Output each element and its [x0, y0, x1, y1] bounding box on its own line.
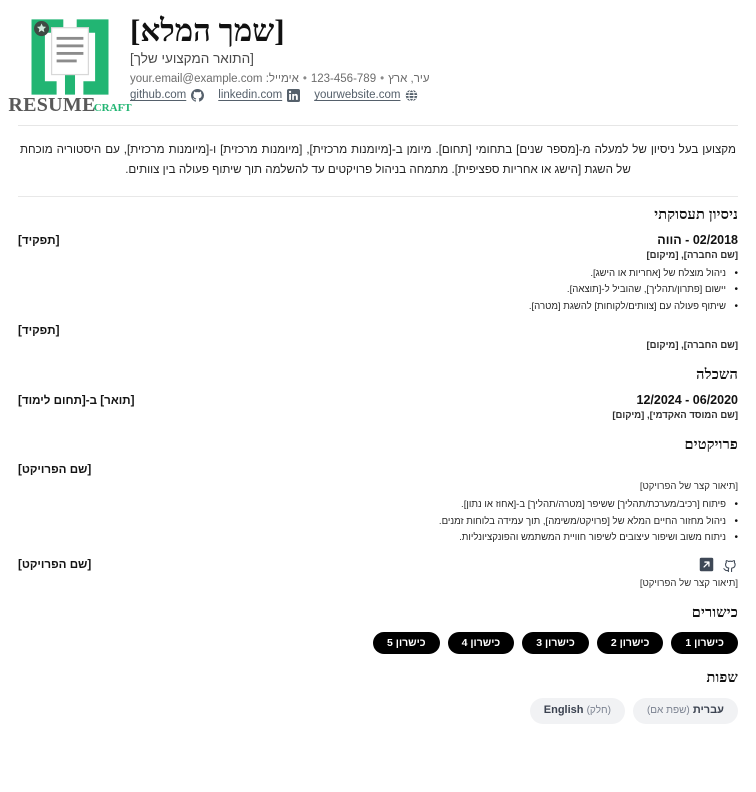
external-link-icon: [699, 557, 714, 572]
education-institution: [שם המוסד האקדמי], [מיקום]: [612, 410, 738, 422]
experience-entry: [תפקיד] 02/2018 - הווה [שם החברה], [מיקו…: [18, 233, 738, 316]
education-entry-head: [תואר] ב-[תחום לימוד] 12/2024 - 06/2020: [18, 393, 738, 407]
link-website-label: yourwebsite.com: [314, 89, 401, 102]
list-item: ניהול מחזור החיים המלא של [פרויקט/משימה]…: [18, 513, 738, 531]
link-website[interactable]: yourwebsite.com: [314, 89, 418, 102]
experience-bullets: ניהול מוצלח של [אחריות או הישג]. יישום […: [18, 265, 738, 316]
section-experience: ניסיון תעסוקתי [תפקיד] 02/2018 - הווה [ש…: [18, 207, 738, 352]
project-github-link[interactable]: [721, 556, 738, 573]
project-entry: [שם הפרויקט] [תיאור קצר של הפרויקט]: [18, 556, 738, 589]
contact-location: עיר, ארץ: [388, 72, 430, 85]
section-skills: כישורים כישרון 1 כישרון 2 כישרון 3 כישרו…: [18, 605, 738, 655]
professional-summary: מקצוען בעל ניסיון של למעלה מ-[מספר שנים]…: [20, 143, 736, 176]
language-level: (חלק): [586, 705, 611, 717]
link-github[interactable]: github.com: [130, 88, 205, 102]
project-icons: [698, 556, 738, 573]
experience-company: [שם החברה], [מיקום]: [646, 249, 738, 261]
section-title-education: השכלה: [696, 367, 738, 384]
experience-entry-head: [תפקיד] 02/2018 - הווה: [18, 233, 738, 247]
section-title-skills: כישורים: [691, 604, 738, 621]
skill-pill: כישרון 2: [596, 631, 664, 655]
list-item: פיתוח [רכיב/מערכת/תהליך] ששיפר [מטרה/תהל…: [18, 496, 738, 514]
experience-entry: [תפקיד] [שם החברה], [מיקום]: [18, 324, 738, 351]
education-degree: [תואר] ב-[תחום לימוד]: [18, 394, 135, 408]
education-date: 12/2024 - 06/2020: [636, 393, 738, 408]
contact-line: עיר, ארץ•123-456-789•אימייל: your.email@…: [130, 73, 738, 85]
project-description: [תיאור קצר של הפרויקט]: [639, 577, 738, 589]
globe-icon: [406, 89, 418, 102]
project-external-link[interactable]: [698, 556, 715, 573]
language-name: עברית: [692, 704, 724, 717]
section-languages: שפות עברית (שפת אם) English (חלק): [18, 670, 738, 724]
experience-role: [תפקיד]: [18, 233, 60, 247]
list-item: שיתוף פעולה עם [צוותים/לקוחות] להשגת [מט…: [18, 298, 738, 316]
language-level: (שפת אם): [646, 705, 690, 717]
language-name: English: [543, 704, 584, 717]
logo-wordmark: RESUME CRAFT: [8, 95, 131, 115]
project-name: [שם הפרויקט]: [18, 557, 92, 571]
skill-pill: כישרון 3: [522, 631, 589, 655]
section-projects: פרויקטים [שם הפרויקט] [תיאור קצר של הפרו…: [18, 437, 738, 589]
project-entry-head: [שם הפרויקט]: [18, 556, 738, 573]
skill-pill: כישרון 1: [671, 631, 738, 655]
section-title-projects: פרויקטים: [684, 437, 738, 454]
experience-company: [שם החברה], [מיקום]: [646, 340, 738, 352]
header-text-block: [שמך המלא] [התואר המקצועי שלך] עיר, ארץ•…: [122, 13, 738, 102]
link-github-label: github.com: [130, 89, 187, 102]
education-entry: [תואר] ב-[תחום לימוד] 12/2024 - 06/2020 …: [18, 393, 738, 421]
github-icon: [191, 88, 205, 102]
contact-separator: •: [380, 72, 385, 85]
link-linkedin[interactable]: linkedin.com: [218, 88, 301, 102]
contact-separator: •: [302, 72, 307, 85]
experience-entry-head: [תפקיד]: [18, 324, 738, 337]
link-linkedin-label: linkedin.com: [218, 89, 283, 102]
resumecraft-logo: RESUME CRAFT: [8, 14, 132, 115]
language-pill: English (חלק): [529, 698, 625, 724]
social-links: github.com linkedin.com yourwebsite.com: [130, 88, 738, 102]
list-item: ניהול מוצלח של [אחריות או הישג].: [18, 265, 738, 283]
languages-list: עברית (שפת אם) English (חלק): [18, 698, 738, 724]
experience-role: [תפקיד]: [18, 324, 60, 338]
linkedin-icon: [287, 88, 301, 102]
project-description: [תיאור קצר של הפרויקט]: [639, 481, 738, 493]
contact-email: your.email@example.com: [130, 72, 263, 85]
section-title-experience: ניסיון תעסוקתי: [654, 206, 738, 223]
contact-email-label: אימייל:: [265, 72, 299, 85]
project-name: [שם הפרויקט]: [18, 463, 92, 477]
github-icon: [723, 559, 736, 572]
contact-phone: 123-456-789: [310, 72, 377, 85]
project-bullets: פיתוח [רכיב/מערכת/תהליך] ששיפר [מטרה/תהל…: [18, 496, 738, 547]
summary-divider: [18, 195, 738, 197]
experience-date: 02/2018 - הווה: [657, 232, 738, 247]
logo-word-resume: RESUME: [8, 94, 96, 116]
section-title-languages: שפות: [706, 670, 738, 687]
document-logo-icon: [31, 19, 109, 95]
resume-page: RESUME CRAFT [שמך המלא] [התואר המקצועי של…: [0, 0, 756, 792]
job-title: [התואר המקצועי שלך]: [130, 50, 254, 66]
skill-pill: כישרון 5: [373, 631, 440, 655]
page-title: [שמך המלא]: [130, 13, 285, 48]
list-item: ניתוח משוב ושיפור עיצובים לשיפור חוויית …: [18, 529, 738, 547]
skill-pill: כישרון 4: [447, 631, 515, 655]
resume-header: RESUME CRAFT [שמך המלא] [התואר המקצועי של…: [8, 13, 738, 126]
language-pill: עברית (שפת אם): [632, 698, 738, 724]
project-entry-head: [שם הפרויקט]: [18, 463, 738, 476]
list-item: יישום [פתרון/תהליך], שהוביל ל-[תוצאה].: [18, 281, 738, 299]
section-education: השכלה [תואר] ב-[תחום לימוד] 12/2024 - 06…: [18, 367, 738, 421]
project-entry: [שם הפרויקט] [תיאור קצר של הפרויקט] פיתו…: [18, 463, 738, 547]
skills-list: כישרון 1 כישרון 2 כישרון 3 כישרון 4 כישר…: [18, 631, 738, 655]
logo-word-craft: CRAFT: [93, 102, 132, 114]
